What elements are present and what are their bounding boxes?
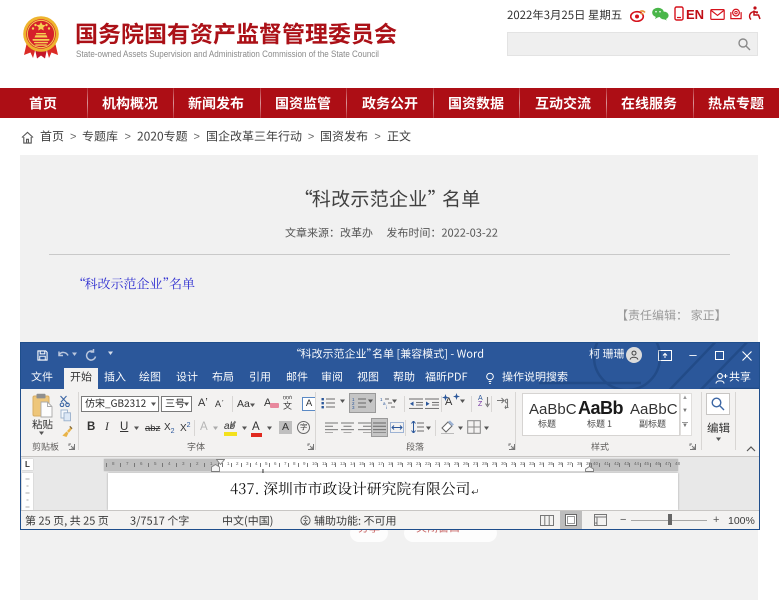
svg-text:i: i	[386, 405, 387, 409]
svg-text:3: 3	[352, 405, 355, 409]
